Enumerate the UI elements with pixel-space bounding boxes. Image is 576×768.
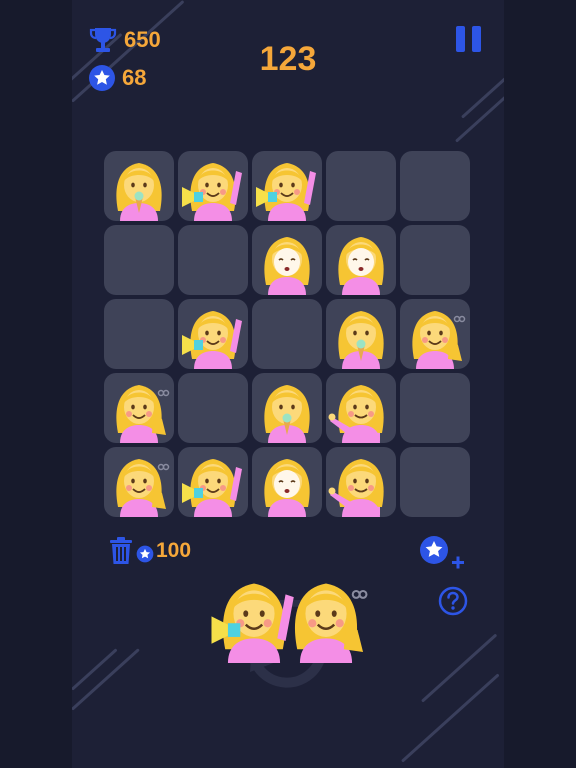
board-cell-4-2[interactable] <box>252 447 322 517</box>
trash-button[interactable]: 100 <box>108 536 191 566</box>
decor-line <box>460 76 504 119</box>
icecream-girl-icon <box>252 373 322 443</box>
board-cell-2-2[interactable] <box>252 299 322 369</box>
scissors-girl-icon <box>104 373 174 443</box>
board-cell-1-4[interactable] <box>400 225 470 295</box>
megaphone-girl-icon <box>252 151 322 221</box>
board-cell-3-2[interactable] <box>252 373 322 443</box>
pointing-girl-icon <box>326 373 396 443</box>
trash-cost: 100 <box>156 539 192 562</box>
facemask-girl-icon <box>252 447 322 517</box>
board-cell-1-1[interactable] <box>178 225 248 295</box>
help-button[interactable] <box>438 586 468 616</box>
board-cell-2-3[interactable] <box>326 299 396 369</box>
game-screen: 650 68 123 100 <box>72 0 504 768</box>
decor-line <box>400 673 500 763</box>
board-cell-4-3[interactable] <box>326 447 396 517</box>
facemask-girl-icon <box>326 225 396 295</box>
megaphone-girl-icon <box>178 447 248 517</box>
icecream-girl-icon <box>104 151 174 221</box>
pause-icon <box>456 26 465 52</box>
board-cell-0-4[interactable] <box>400 151 470 221</box>
board-cell-4-4[interactable] <box>400 447 470 517</box>
board-cell-2-4[interactable] <box>400 299 470 369</box>
board-cell-1-0[interactable] <box>104 225 174 295</box>
board-cell-4-0[interactable] <box>104 447 174 517</box>
icecream-girl-icon <box>326 299 396 369</box>
question-icon <box>438 586 468 616</box>
board-cell-2-1[interactable] <box>178 299 248 369</box>
scissors-girl-icon <box>104 447 174 517</box>
board-cell-1-2[interactable] <box>252 225 322 295</box>
board-cell-0-2[interactable] <box>252 151 322 221</box>
board-cell-3-0[interactable] <box>104 373 174 443</box>
star-plus-icon <box>420 536 464 569</box>
board-cell-3-3[interactable] <box>326 373 396 443</box>
decor-line <box>420 633 498 703</box>
board-cell-4-1[interactable] <box>178 447 248 517</box>
board-cell-0-1[interactable] <box>178 151 248 221</box>
megaphone-girl-icon <box>178 299 248 369</box>
game-board <box>104 151 470 517</box>
facemask-girl-icon <box>252 225 322 295</box>
board-cell-3-4[interactable] <box>400 373 470 443</box>
board-cell-0-3[interactable] <box>326 151 396 221</box>
board-cell-0-0[interactable] <box>104 151 174 221</box>
star-icon <box>136 545 154 563</box>
scissors-girl-icon <box>400 299 470 369</box>
current-score: 123 <box>259 40 317 78</box>
board-cell-1-3[interactable] <box>326 225 396 295</box>
scissors-girl-icon <box>278 567 374 668</box>
trash-icon <box>110 537 132 564</box>
pointing-girl-icon <box>326 447 396 517</box>
board-cell-3-1[interactable] <box>178 373 248 443</box>
pause-button[interactable] <box>456 26 482 52</box>
megaphone-girl-icon <box>178 151 248 221</box>
pause-icon <box>472 26 481 52</box>
next-piece[interactable] <box>206 567 368 667</box>
decor-line <box>72 648 118 691</box>
add-stars-button[interactable] <box>418 534 468 574</box>
board-cell-2-0[interactable] <box>104 299 174 369</box>
